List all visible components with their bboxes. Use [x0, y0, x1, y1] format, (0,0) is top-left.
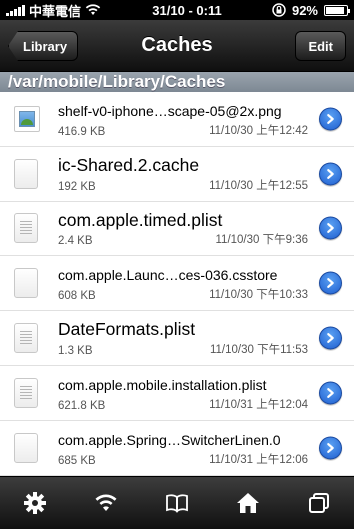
text-file-icon — [14, 213, 38, 244]
image-file-icon — [14, 105, 40, 132]
status-time: 31/10 - 0:11 — [152, 2, 222, 18]
chevron-right-icon — [327, 333, 334, 344]
chevron-right-icon — [327, 387, 334, 398]
file-date: 11/10/30 上午12:42 — [209, 124, 308, 137]
chevron-right-icon — [327, 113, 334, 124]
detail-disclosure-button[interactable] — [319, 271, 342, 295]
navigation-bar: Library Caches Edit — [0, 20, 354, 72]
windows-icon — [308, 493, 329, 513]
chevron-right-icon — [327, 223, 334, 234]
home-icon — [236, 493, 259, 513]
orientation-lock-icon — [272, 3, 286, 17]
file-list[interactable]: shelf-v0-iphone…scape-05@2x.png 416.9 KB 1… — [0, 92, 354, 476]
file-name: com.apple.timed.plist — [58, 209, 223, 230]
detail-disclosure-button[interactable] — [319, 107, 342, 131]
back-button[interactable]: Library — [8, 31, 79, 61]
blank-file-icon — [14, 268, 38, 299]
status-left: 中華電信 — [6, 1, 136, 20]
signal-strength-icon — [6, 4, 25, 16]
file-size: 416.9 KB — [58, 125, 106, 138]
wifi-status-icon — [85, 4, 101, 15]
file-row[interactable]: DateFormats.plist 1.3 KB 11/10/30 下午11:53 — [0, 311, 354, 366]
file-size: 192 KB — [58, 180, 96, 193]
file-date: 11/10/31 上午12:04 — [209, 398, 308, 411]
file-row[interactable]: com.apple.Spring…SwitcherLinen.0 685 KB 11… — [0, 421, 354, 476]
home-button[interactable] — [228, 483, 268, 523]
battery-percent: 92% — [291, 2, 318, 18]
file-name: com.apple.mobile.installation.plist — [58, 376, 267, 393]
file-row[interactable]: ic-Shared.2.cache 192 KB 11/10/30 上午12:55 — [0, 147, 354, 202]
file-size: 621.8 KB — [58, 399, 106, 412]
file-date: 11/10/30 下午11:53 — [209, 343, 308, 356]
windows-button[interactable] — [299, 483, 339, 523]
bookmarks-button[interactable] — [157, 483, 197, 523]
detail-disclosure-button[interactable] — [319, 436, 342, 460]
detail-disclosure-button[interactable] — [319, 216, 342, 240]
file-row[interactable]: shelf-v0-iphone…scape-05@2x.png 416.9 KB 1… — [0, 92, 354, 147]
settings-button[interactable] — [15, 483, 55, 523]
bottom-toolbar — [0, 476, 354, 529]
wifi-icon — [95, 494, 117, 511]
detail-disclosure-button[interactable] — [319, 162, 342, 186]
file-date: 11/10/30 下午9:36 — [215, 234, 309, 247]
file-date: 11/10/31 上午12:06 — [209, 453, 308, 466]
chevron-right-icon — [327, 168, 334, 179]
file-size: 685 KB — [58, 454, 96, 467]
status-bar: 中華電信 31/10 - 0:11 92% — [0, 0, 354, 20]
blank-file-icon — [14, 158, 38, 189]
detail-disclosure-button[interactable] — [319, 381, 342, 405]
file-name: DateFormats.plist — [58, 319, 196, 340]
file-size: 1.3 KB — [58, 344, 93, 357]
chevron-right-icon — [327, 278, 334, 289]
file-name: com.apple.Launc…ces-036.csstore — [58, 267, 278, 284]
carrier-name: 中華電信 — [29, 3, 82, 19]
file-name: ic-Shared.2.cache — [58, 154, 200, 175]
book-icon — [166, 494, 188, 513]
text-file-icon — [14, 377, 38, 408]
wifi-button[interactable] — [86, 483, 126, 523]
battery-icon — [324, 4, 350, 16]
text-file-icon — [14, 323, 38, 354]
edit-button[interactable]: Edit — [295, 31, 346, 61]
file-name: shelf-v0-iphone…scape-05@2x.png — [58, 103, 282, 119]
file-row[interactable]: com.apple.Launc…ces-036.csstore 608 KB 11/… — [0, 256, 354, 312]
status-right: 92% — [238, 2, 350, 18]
detail-disclosure-button[interactable] — [319, 326, 342, 350]
file-date: 11/10/30 下午10:33 — [209, 289, 308, 302]
file-size: 2.4 KB — [58, 235, 93, 248]
file-row[interactable]: com.apple.mobile.installation.plist 621.8… — [0, 366, 354, 421]
file-name: com.apple.Spring…SwitcherLinen.0 — [58, 431, 281, 448]
file-size: 608 KB — [58, 290, 96, 303]
file-date: 11/10/30 上午12:55 — [209, 179, 308, 192]
chevron-right-icon — [327, 442, 334, 453]
gear-icon — [24, 492, 47, 514]
page-title: Caches — [141, 34, 213, 56]
blank-file-icon — [14, 432, 38, 463]
path-header: /var/mobile/Library/Caches — [0, 72, 354, 92]
file-row[interactable]: com.apple.timed.plist 2.4 KB 11/10/30 下午9:… — [0, 202, 354, 257]
